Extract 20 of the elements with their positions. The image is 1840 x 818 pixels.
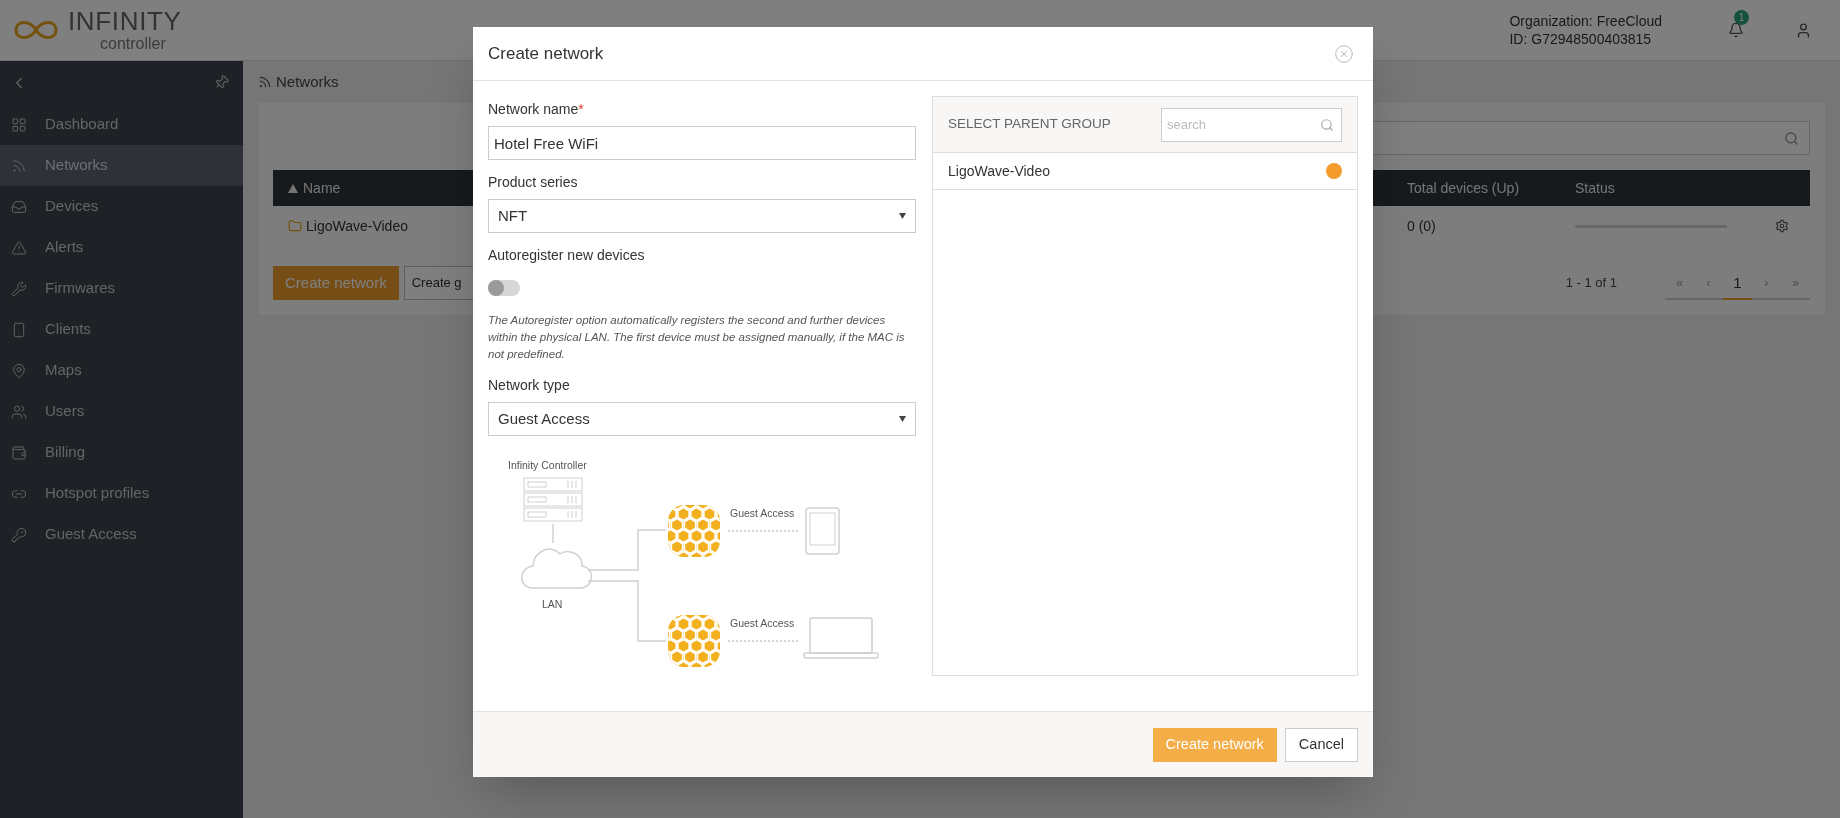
dialog-title: Create network xyxy=(488,42,604,65)
field-label: Product series xyxy=(488,173,579,192)
breadcrumb: Networks xyxy=(276,71,339,92)
pagination-summary: 1 - 1 of 1 xyxy=(1565,274,1617,293)
field-label: Network type xyxy=(488,376,571,395)
organization-id: ID: G72948500403815 xyxy=(1509,30,1653,48)
diagram-label: Infinity Controller xyxy=(508,459,587,471)
diagram-label: LAN xyxy=(542,598,563,610)
help-text: The Autoregister option automatically registers the second and further devices within the physical LAN. The first device must be assigned manually, if the MAC is not predefined. xyxy=(488,313,906,362)
field-label: Network name* xyxy=(488,101,584,117)
diagram-label: Guest Access xyxy=(730,617,795,629)
table-cell-text: 0 (0) xyxy=(1407,216,1437,236)
notification-badge: 1 xyxy=(1734,10,1749,25)
organization-text: Organization: FreeCloud xyxy=(1509,12,1662,30)
logo-subtitle: controller xyxy=(100,36,167,52)
diagram-label: Guest Access xyxy=(730,507,795,519)
field-label: Autoregister new devices xyxy=(488,246,646,265)
logo-title: INFINITY xyxy=(68,8,182,34)
table-cell-text: LigoWave-Video xyxy=(306,216,408,236)
panel-title: SELECT PARENT GROUP xyxy=(948,115,1111,134)
